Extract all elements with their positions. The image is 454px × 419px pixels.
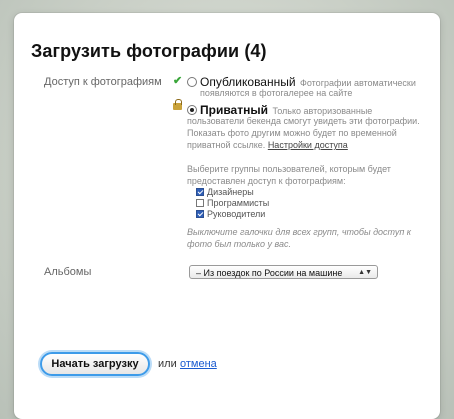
start-upload-button[interactable]: Начать загрузку (40, 352, 150, 376)
lock-shackle (175, 99, 182, 105)
option-published-desc2: появляются в фотогалерее на сайте (200, 88, 353, 98)
option-private-desc2: пользователи бекенда смогут увидеть эти … (187, 116, 420, 126)
albums-select-value: – Из поездок по России на машине (196, 268, 343, 278)
or-text: или (158, 358, 177, 370)
option-private-desc4: приватной ссылке. (187, 140, 266, 150)
checkbox-designers[interactable] (196, 188, 204, 196)
group-label-managers: Руководители (207, 209, 266, 219)
radio-published[interactable] (187, 77, 197, 87)
groups-hint1: Выключите галочки для всех групп, чтобы … (187, 227, 412, 237)
albums-select[interactable]: – Из поездок по России на машине ▲▼ (189, 265, 378, 279)
dialog-title: Загрузить фотографии (4) (31, 41, 267, 61)
access-label: Доступ к фотографиям (44, 76, 162, 88)
updown-arrows-icon: ▲▼ (358, 269, 372, 276)
radio-private[interactable] (187, 105, 197, 115)
access-settings-link[interactable]: Настройки доступа (268, 140, 348, 150)
groups-hint2: фото был только у вас. (187, 239, 292, 249)
option-private-desc4-row: приватной ссылке. Настройки доступа (187, 139, 348, 151)
checkbox-managers[interactable] (196, 210, 204, 218)
option-private-desc3: Показать фото другим можно будет по врем… (187, 128, 397, 138)
checkmark-icon: ✔ (173, 75, 183, 87)
cancel-link[interactable]: отмена (180, 358, 217, 370)
groups-intro1: Выберите группы пользователей, которым б… (187, 164, 391, 174)
checkbox-programmers[interactable] (196, 199, 204, 207)
albums-label: Альбомы (44, 266, 92, 278)
